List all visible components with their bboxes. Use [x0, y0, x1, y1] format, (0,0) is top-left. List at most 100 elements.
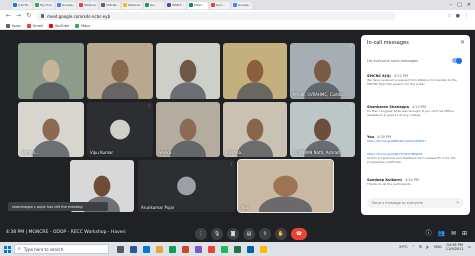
tile-menu-icon[interactable]: ⋮ [349, 44, 353, 49]
close-icon[interactable]: ✕ [460, 39, 465, 46]
browser-tab[interactable]: Google... [56, 1, 76, 9]
chat-icon[interactable]: ✉ [451, 229, 456, 238]
activities-icon[interactable]: ⊞ [462, 229, 467, 238]
tile-menu-icon[interactable]: ⋮ [78, 103, 82, 108]
end-call-button[interactable]: ☎ [291, 228, 307, 240]
taskbar-app-icon[interactable] [130, 245, 137, 253]
tile-menu-icon[interactable]: ⋮ [128, 161, 132, 166]
tile-menu-icon[interactable]: ⋮ [214, 103, 218, 108]
avatar-circle [177, 176, 196, 196]
volume-icon[interactable]: 🔈 [426, 245, 430, 249]
participant-tile[interactable]: ⋮ Dr.DIWAN Nath, Ashrad... [290, 102, 355, 157]
taskbar-clock[interactable]: 04:38 PM 11/9/2021 [446, 243, 464, 251]
captions-button[interactable]: ▤ [243, 228, 255, 240]
browser-tab[interactable]: Ge... [144, 1, 164, 9]
raise-hand-button[interactable]: ✋ [275, 228, 287, 240]
star-icon[interactable]: ☆ [447, 13, 451, 19]
taskbar-app-icon[interactable] [208, 245, 215, 253]
person-head [314, 118, 331, 141]
more-options-button[interactable]: ⋮ [195, 228, 207, 240]
start-button[interactable] [0, 242, 14, 256]
allow-messages-toggle[interactable] [452, 57, 462, 64]
tile-menu-icon[interactable]: ⋮ [281, 44, 285, 49]
taskbar-app-icon[interactable] [143, 245, 150, 253]
more-vert-icon: ⋮ [198, 231, 204, 237]
tab-label: Goo... [216, 3, 225, 7]
people-icon[interactable]: 👥 [437, 229, 444, 238]
tile-menu-icon[interactable]: ⋮ [327, 161, 331, 166]
taskbar-app-icon[interactable] [195, 245, 202, 253]
send-icon[interactable]: ➤ [456, 200, 460, 206]
meeting-info-icon[interactable]: ⓘ [425, 229, 431, 238]
participant-video [156, 102, 220, 157]
language-indicator[interactable]: ENG [434, 245, 442, 249]
bookmark-maps[interactable]: Maps [75, 23, 90, 28]
kebab-menu-icon[interactable]: ⋮ [464, 13, 469, 19]
participant-tile-self[interactable]: ⋮ You [237, 159, 334, 213]
tab-favicon-icon [123, 3, 127, 7]
taskbar-app-icon[interactable] [234, 245, 241, 253]
participant-tile[interactable]: ⋮ [87, 43, 153, 99]
participant-tile[interactable]: ⋮ [156, 43, 220, 99]
tile-menu-icon[interactable]: ⋮ [78, 44, 82, 49]
browser-tab[interactable]: Call Mi... [12, 1, 32, 9]
participant-tile[interactable]: ⋮ [18, 43, 84, 99]
taskbar-app-icon[interactable] [182, 245, 189, 253]
notifications-icon[interactable]: ▭ [468, 245, 471, 249]
participant-name: Venka... [159, 150, 175, 155]
forward-arrow-icon[interactable]: → [16, 12, 21, 20]
browser-tab[interactable]: Google ... [232, 1, 252, 9]
browser-tab[interactable]: CMCIN... [100, 1, 120, 9]
microphone-button[interactable]: 🎙 [211, 228, 223, 240]
chevron-up-icon[interactable]: ⌃ [412, 245, 415, 249]
tile-menu-icon[interactable]: ⋮ [281, 103, 285, 108]
reload-icon[interactable]: ↻ [26, 12, 31, 20]
tile-menu-icon[interactable]: ⋮ [229, 161, 233, 166]
participant-tile[interactable]: ⋮ Venka... [156, 102, 220, 157]
camera-button[interactable]: ◙ [227, 228, 239, 240]
participant-tile[interactable]: ⋮ [223, 43, 287, 99]
browser-tab[interactable]: WMCF... [166, 1, 186, 9]
browser-tab-active[interactable]: Meet... [188, 1, 208, 9]
network-icon[interactable]: ☰ [419, 245, 422, 249]
taskbar-app-icon[interactable] [221, 245, 228, 253]
person-head [93, 175, 111, 197]
apps-grid-icon [6, 23, 10, 28]
bookmark-youtube[interactable]: YouTube [48, 23, 69, 28]
present-button[interactable]: ⇧ [259, 228, 271, 240]
tile-menu-icon[interactable]: ⋮ [147, 103, 151, 108]
bookmark-apps[interactable]: Apps [6, 23, 21, 28]
person-head [273, 175, 298, 197]
taskbar-app-icon[interactable] [247, 245, 254, 253]
taskbar-app-icon[interactable] [169, 245, 176, 253]
participant-tile[interactable]: ⋮ Prindt. SVRAHMC, Cudda... [290, 43, 355, 99]
participant-tile[interactable]: ⋮ Krishna... [223, 102, 287, 157]
tile-menu-icon[interactable]: ⋮ [214, 44, 218, 49]
taskbar-app-icon[interactable] [156, 245, 163, 253]
participant-tile[interactable]: ⋮ Vipu Kumar [87, 102, 153, 157]
message-input[interactable] [372, 201, 452, 205]
participant-tile[interactable]: ⋮ Samba... [18, 102, 84, 157]
message-link[interactable]: https://forms.gle/BMUR2cyPzdwdTBk57 [367, 139, 463, 143]
tile-menu-icon[interactable]: ⋮ [147, 44, 151, 49]
close-icon[interactable]: ✕ [467, 2, 471, 8]
browser-tab[interactable]: Webinar... [122, 1, 142, 9]
browser-tab[interactable]: Goo... [210, 1, 230, 9]
profile-icon[interactable]: ● [456, 13, 460, 19]
url-field[interactable]: meet.google.com/xds-ncbc-eyb [36, 12, 397, 20]
gmail-icon [26, 23, 31, 28]
tile-menu-icon[interactable]: ⋮ [349, 103, 353, 108]
minimize-icon[interactable]: – [450, 2, 453, 8]
person-head [42, 59, 60, 83]
taskbar-app-icon[interactable] [117, 245, 124, 253]
browser-tab[interactable]: My Driv... [34, 1, 54, 9]
taskbar-app-icon[interactable] [260, 245, 267, 253]
back-arrow-icon[interactable]: ← [6, 12, 11, 20]
browser-tab[interactable]: Webinar... [78, 1, 98, 9]
bookmark-gmail[interactable]: Gmail [26, 23, 43, 28]
tab-favicon-icon [233, 3, 237, 7]
maximize-icon[interactable]: □ [457, 2, 462, 8]
taskbar-search[interactable]: ⌕ Type here to search [14, 244, 109, 254]
participant-tile[interactable]: ⋮ Arunkumar Pujar [138, 160, 235, 212]
weather-temp[interactable]: 29°C [399, 245, 408, 249]
